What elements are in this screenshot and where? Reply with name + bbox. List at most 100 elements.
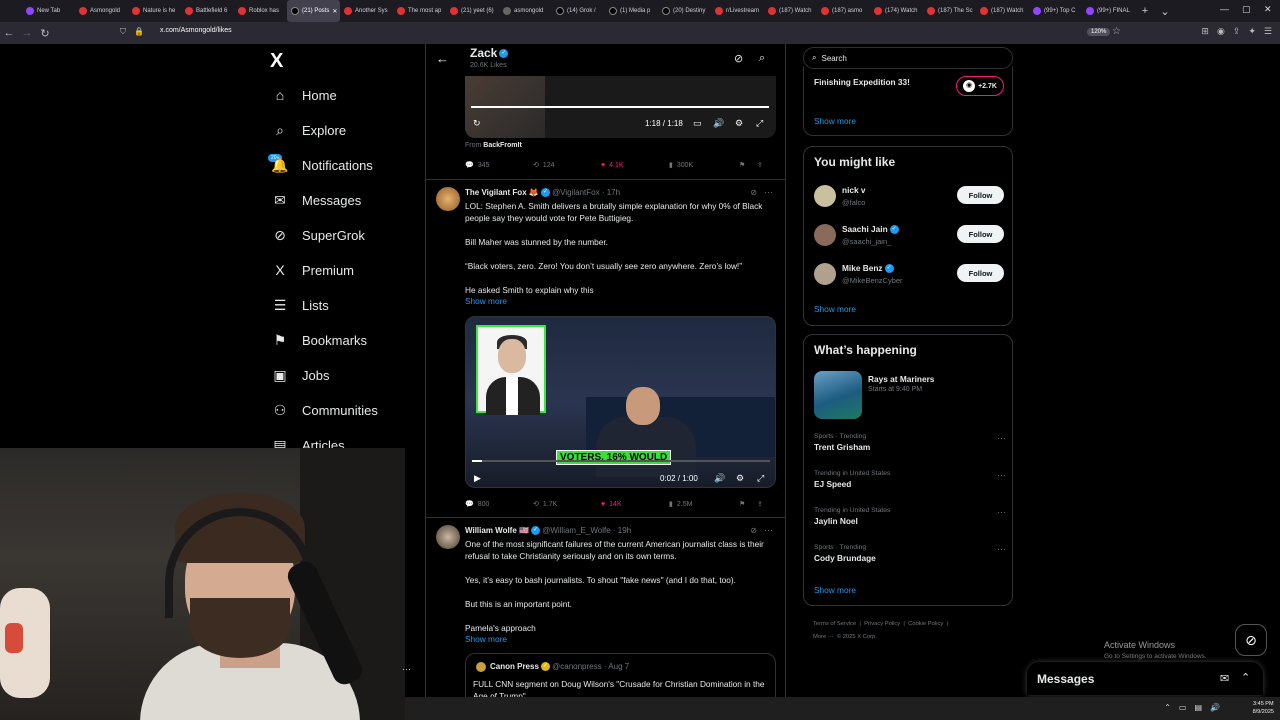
avatar[interactable] [436, 525, 460, 549]
show-more-link[interactable]: Show more [465, 634, 507, 644]
captions-icon[interactable]: ▭ [693, 118, 702, 129]
volume-icon[interactable]: 🔊 [714, 473, 725, 484]
browser-tab[interactable]: (14) Grok / [552, 0, 605, 22]
chevron-up-icon[interactable]: ⌃ [1164, 703, 1171, 712]
nav-item-explore[interactable]: ⌕ Explore [272, 122, 346, 138]
expand-icon[interactable]: ⌃ [1241, 671, 1250, 684]
source-link[interactable]: BackFromIt [483, 142, 522, 149]
views-button[interactable]: ▮ 300K [669, 161, 739, 170]
follow-suggestion[interactable]: Mike Benz ✓ @MikeBenzCyber Follow [814, 261, 1004, 289]
browser-tab[interactable]: Another Sys [340, 0, 393, 22]
replay-icon[interactable]: ↻ [473, 118, 481, 129]
clock[interactable]: 3:45 PM 8/9/2025 [1253, 700, 1274, 716]
new-message-icon[interactable]: ✉ [1220, 672, 1229, 685]
nav-item-messages[interactable]: ✉ Messages [272, 192, 361, 208]
show-more-link[interactable]: Show more [465, 296, 507, 306]
browser-tab[interactable]: (21) Posts ✕ [287, 0, 340, 22]
bookmark-icon[interactable]: ⚑ [739, 500, 757, 508]
play-icon[interactable]: ▶ [474, 473, 481, 484]
tweet-author[interactable]: The Vigilant Fox 🦊 ✓ @VigilantFox · 17h [465, 188, 620, 198]
nav-item-notifications[interactable]: 🔔 Notifications [271, 157, 373, 173]
terms-link[interactable]: Terms of Service [813, 621, 856, 627]
video-player[interactable]: ↻ 1:18 / 1:18 ▭ 🔊 ⚙ ⤢ [465, 76, 776, 138]
reply-button[interactable]: 💬 345 [465, 161, 533, 170]
forward-icon[interactable]: → [18, 27, 36, 39]
avatar[interactable] [436, 187, 460, 211]
extension-icon[interactable]: ⊞ [1201, 26, 1209, 37]
more-options-icon[interactable]: ··· [997, 470, 1006, 480]
messages-drawer[interactable]: Messages ✉ ⌃ [1027, 662, 1263, 695]
like-button[interactable]: ♥ 14K [601, 501, 669, 508]
minimize-icon[interactable]: — [1220, 4, 1229, 14]
nav-item-lists[interactable]: ☰ Lists [272, 297, 329, 313]
avatar[interactable] [814, 185, 836, 207]
extensions-icon[interactable]: ✦ [1248, 26, 1256, 37]
menu-icon[interactable]: ☰ [1264, 26, 1272, 37]
tweet-author[interactable]: William Wolfe 🇺🇸 ✓ @William_E_Wolfe · 19h [465, 526, 631, 536]
browser-tab[interactable]: (187) Watch [976, 0, 1029, 22]
follow-button[interactable]: Follow [957, 186, 1004, 204]
nav-item-bookmarks[interactable]: ⚑ Bookmarks [272, 332, 367, 348]
close-tab-icon[interactable]: ✕ [332, 8, 337, 15]
grok-icon[interactable]: ⊘ [750, 188, 757, 197]
follow-button[interactable]: Follow [957, 225, 1004, 243]
tab-list-icon[interactable]: ⌄ [1155, 5, 1175, 18]
more-link[interactable]: More ··· [813, 634, 834, 640]
trend-item[interactable]: Sports · Trending Cody Brundage ··· [814, 544, 1006, 563]
bookmark-star-icon[interactable]: ☆ [1112, 26, 1121, 37]
share-tweet-icon[interactable]: ⇪ [757, 500, 763, 508]
shield-icon[interactable]: ⛉ [120, 27, 126, 37]
settings-icon[interactable]: ⚙ [735, 118, 743, 129]
browser-tab[interactable]: (99+) FINAL [1082, 0, 1135, 22]
grok-icon[interactable]: ⊘ [734, 52, 743, 65]
video-progress-bar[interactable] [471, 106, 769, 108]
repost-button[interactable]: ⟲ 1.7K [533, 500, 601, 509]
more-options-icon[interactable]: ··· [997, 507, 1006, 517]
browser-tab[interactable]: asmongold [499, 0, 552, 22]
more-options-icon[interactable]: ··· [997, 544, 1006, 554]
cookie-link[interactable]: Cookie Policy [908, 621, 943, 627]
browser-tab[interactable]: (99+) Top C [1029, 0, 1082, 22]
browser-tab[interactable]: Roblox has [234, 0, 287, 22]
lock-icon[interactable]: 🔒 [134, 27, 144, 36]
more-options-icon[interactable]: ··· [764, 187, 773, 197]
trend-item[interactable]: Trending in United States EJ Speed ··· [814, 470, 1006, 489]
fullscreen-icon[interactable]: ⤢ [757, 473, 764, 484]
browser-tab[interactable]: (1) Media p [605, 0, 658, 22]
views-button[interactable]: ▮ 2.5M [669, 500, 739, 509]
settings-icon[interactable]: ⚙ [736, 473, 744, 484]
back-arrow-icon[interactable]: ← [436, 51, 449, 66]
avatar[interactable] [814, 224, 836, 246]
search-icon[interactable]: ⌕ [759, 52, 765, 65]
bookmark-icon[interactable]: ⚑ [739, 161, 757, 169]
browser-tab[interactable]: (187) asmo [817, 0, 870, 22]
follow-suggestion[interactable]: nick v @falco Follow [814, 183, 1004, 211]
account-icon[interactable]: ◉ [1217, 26, 1225, 37]
nav-item-jobs[interactable]: ▣ Jobs [272, 367, 329, 383]
follow-button[interactable]: Follow [957, 264, 1004, 282]
browser-tab[interactable]: (20) Destiny [658, 0, 711, 22]
browser-tab[interactable]: (187) The Sc [923, 0, 976, 22]
show-more-link[interactable]: Show more [814, 585, 856, 595]
trend-item[interactable]: Trending in United States Jaylin Noel ··· [814, 507, 1006, 526]
browser-tab[interactable]: (174) Watch [870, 0, 923, 22]
privacy-link[interactable]: Privacy Policy [864, 621, 900, 627]
nav-item-home[interactable]: ⌂ Home [272, 87, 337, 103]
volume-icon[interactable]: 🔊 [713, 118, 724, 129]
trend-title[interactable]: Finishing Expedition 33! [814, 77, 910, 87]
browser-tab[interactable]: Nature is he [128, 0, 181, 22]
repost-button[interactable]: ⟲ 124 [533, 161, 601, 170]
close-window-icon[interactable]: ✕ [1264, 4, 1272, 15]
event-title[interactable]: Rays at Mariners [868, 374, 934, 384]
reply-button[interactable]: 💬 800 [465, 500, 533, 509]
show-more-link[interactable]: Show more [814, 116, 856, 126]
browser-tab[interactable]: New Tab [22, 0, 75, 22]
back-icon[interactable]: ← [0, 27, 18, 39]
browser-tab[interactable]: Asmongold [75, 0, 128, 22]
zoom-level[interactable]: 120% [1087, 28, 1111, 36]
video-progress-bar[interactable] [472, 460, 770, 462]
reload-icon[interactable]: ↻ [36, 27, 54, 40]
maximize-icon[interactable]: ▢ [1242, 4, 1251, 15]
share-tweet-icon[interactable]: ⇪ [757, 161, 763, 169]
more-options-icon[interactable]: ··· [997, 433, 1006, 443]
